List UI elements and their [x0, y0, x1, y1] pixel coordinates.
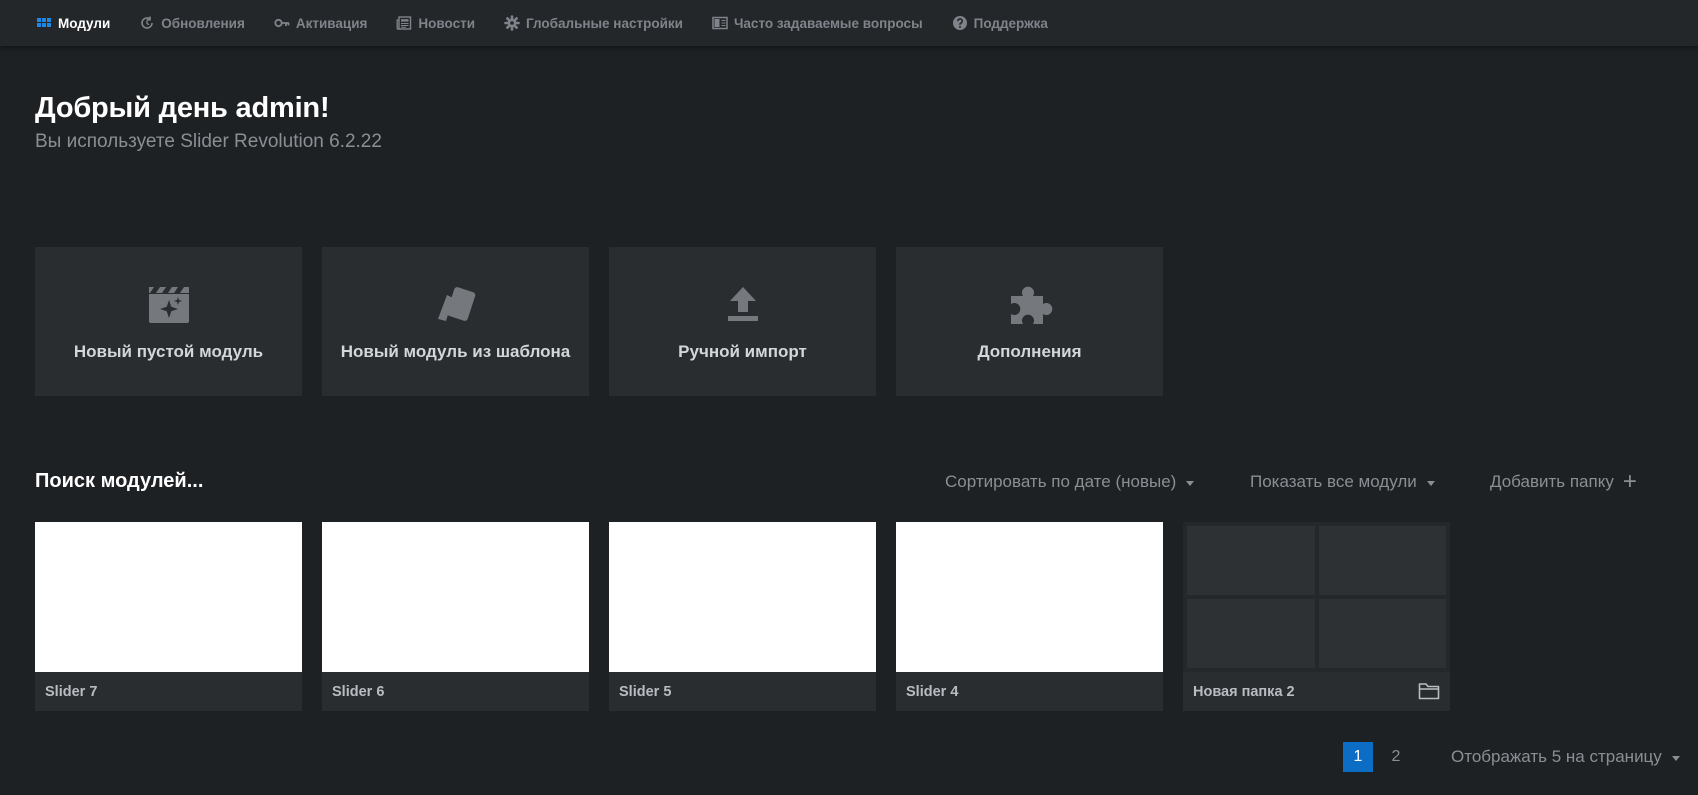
module-title: Slider 5	[619, 684, 672, 700]
module-card[interactable]: Slider 7	[35, 522, 302, 711]
page-title: Добрый день admin!	[35, 92, 330, 124]
caret-down-icon	[1671, 755, 1680, 761]
nav-item-label: Новости	[418, 15, 476, 31]
nav-item-label: Модули	[58, 15, 111, 31]
template-icon	[432, 281, 480, 329]
page-button-current[interactable]: 1	[1343, 742, 1373, 772]
version-subtitle: Вы используете Slider Revolution 6.2.22	[35, 131, 382, 152]
add-folder-label: Добавить папку	[1490, 472, 1614, 491]
nav-item-label: Часто задаваемые вопросы	[733, 15, 923, 31]
module-title: Slider 4	[906, 684, 959, 700]
manual-import-button[interactable]: Ручной импорт	[609, 247, 876, 396]
folder-thumbnail	[1183, 522, 1450, 672]
caret-down-icon	[1426, 480, 1435, 486]
clapperboard-icon	[145, 281, 193, 329]
action-label: Новый пустой модуль	[73, 342, 264, 361]
folder-title: Новая папка 2	[1193, 684, 1295, 700]
nav-item-label: Глобальные настройки	[526, 15, 683, 31]
caret-down-icon	[1186, 480, 1195, 486]
module-thumbnail	[609, 522, 876, 672]
filter-dropdown-label: Показать все модули	[1250, 472, 1417, 491]
folder-preview-cell	[1187, 526, 1315, 595]
module-card[interactable]: Slider 6	[322, 522, 589, 711]
newspaper-icon	[396, 15, 412, 31]
add-folder-button[interactable]: Добавить папку +	[1490, 468, 1637, 495]
nav-item-news[interactable]: Новости	[396, 15, 475, 31]
action-label: Новый модуль из шаблона	[340, 342, 571, 361]
book-icon	[712, 15, 728, 31]
nav-item-activation[interactable]: Активация	[274, 15, 368, 31]
key-icon	[274, 15, 290, 31]
new-blank-module-button[interactable]: Новый пустой модуль	[35, 247, 302, 396]
module-title: Slider 6	[332, 684, 385, 700]
module-grid: Slider 7 Slider 6 Slider 5 Slider 4 Нова…	[35, 522, 1470, 711]
nav-item-label: Обновления	[161, 15, 245, 31]
nav-item-label: Поддержка	[973, 15, 1048, 31]
nav-item-label: Активация	[295, 15, 368, 31]
nav-item-global-settings[interactable]: Глобальные настройки	[504, 15, 683, 31]
grid-icon	[36, 15, 52, 31]
puzzle-icon	[1006, 281, 1054, 329]
modules-toolbar: Поиск модулей... Сортировать по дате (но…	[35, 468, 1645, 496]
nav-item-support[interactable]: Поддержка	[952, 15, 1048, 31]
action-label: Ручной импорт	[678, 342, 807, 361]
filter-dropdown[interactable]: Показать все модули	[1250, 472, 1435, 492]
module-thumbnail	[322, 522, 589, 672]
nav-item-updates[interactable]: Обновления	[139, 15, 245, 31]
sort-dropdown[interactable]: Сортировать по дате (новые)	[945, 472, 1195, 492]
help-icon	[952, 15, 968, 31]
per-page-label: Отображать 5 на страницу	[1451, 747, 1662, 766]
refresh-icon	[139, 15, 155, 31]
module-card[interactable]: Slider 4	[896, 522, 1163, 711]
welcome-block: Добрый день admin! Вы используете Slider…	[35, 92, 382, 153]
top-navigation: Модули Обновления Активация Новости Глоб…	[0, 0, 1698, 46]
folder-preview-cell	[1318, 526, 1446, 595]
page-button[interactable]: 2	[1381, 742, 1411, 772]
per-page-dropdown[interactable]: Отображать 5 на страницу	[1451, 747, 1680, 767]
nav-item-modules[interactable]: Модули	[36, 15, 110, 31]
sort-dropdown-label: Сортировать по дате (новые)	[945, 472, 1177, 491]
module-thumbnail	[896, 522, 1163, 672]
action-label: Дополнения	[977, 342, 1082, 361]
folder-icon	[1418, 682, 1440, 700]
quick-actions: Новый пустой модуль Новый модуль из шабл…	[35, 247, 1183, 396]
gear-icon	[504, 15, 520, 31]
upload-icon	[719, 281, 767, 329]
new-module-from-template-button[interactable]: Новый модуль из шаблона	[322, 247, 589, 396]
addons-button[interactable]: Дополнения	[896, 247, 1163, 396]
folder-preview-cell	[1318, 599, 1446, 668]
module-thumbnail	[35, 522, 302, 672]
nav-item-faq[interactable]: Часто задаваемые вопросы	[712, 15, 923, 31]
folder-card[interactable]: Новая папка 2	[1183, 522, 1450, 711]
plus-icon: +	[1622, 468, 1637, 495]
folder-preview-cell	[1187, 599, 1315, 668]
pagination: 1 2 Отображать 5 на страницу	[1343, 742, 1680, 772]
module-card[interactable]: Slider 5	[609, 522, 876, 711]
module-title: Slider 7	[45, 684, 98, 700]
module-search-input[interactable]: Поиск модулей...	[35, 470, 203, 493]
